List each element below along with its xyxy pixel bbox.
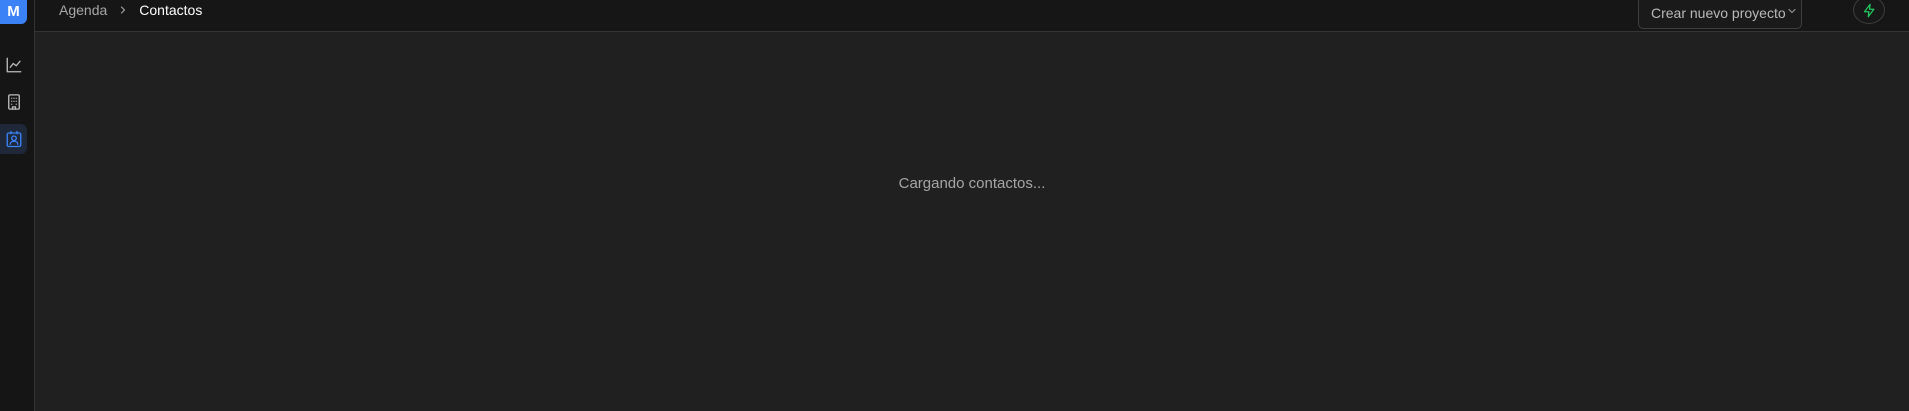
app-root: M Agenda Contactos Crear nuevo proyecto …	[0, 0, 1909, 411]
building-icon	[7, 94, 20, 110]
breadcrumb-agenda-link[interactable]: Agenda	[59, 2, 107, 18]
breadcrumb-current: Contactos	[139, 2, 203, 18]
chevron-right-icon	[117, 4, 129, 16]
breadcrumb: Agenda Contactos	[59, 0, 202, 20]
sidebar-item-contacts[interactable]	[0, 124, 27, 154]
create-project-label: Crear nuevo proyecto	[1651, 4, 1786, 21]
chart-line-icon	[6, 57, 21, 73]
top-bar: Agenda Contactos Crear nuevo proyecto	[35, 0, 1909, 32]
loading-text: Cargando contactos...	[898, 175, 1046, 192]
sidebar-item-dashboard[interactable]	[0, 50, 27, 80]
chevron-down-icon	[1786, 4, 1798, 22]
main-area: Agenda Contactos Crear nuevo proyecto Ca…	[35, 0, 1909, 411]
sidebar: M	[0, 0, 35, 411]
create-project-select[interactable]: Crear nuevo proyecto	[1638, 0, 1802, 29]
sidebar-item-companies[interactable]	[0, 87, 27, 117]
quick-action-button[interactable]	[1853, 0, 1885, 24]
contact-card-icon	[6, 130, 21, 148]
lightning-icon	[1863, 3, 1874, 17]
loading-message: Cargando contactos...	[35, 175, 1909, 192]
app-logo[interactable]: M	[0, 0, 27, 24]
